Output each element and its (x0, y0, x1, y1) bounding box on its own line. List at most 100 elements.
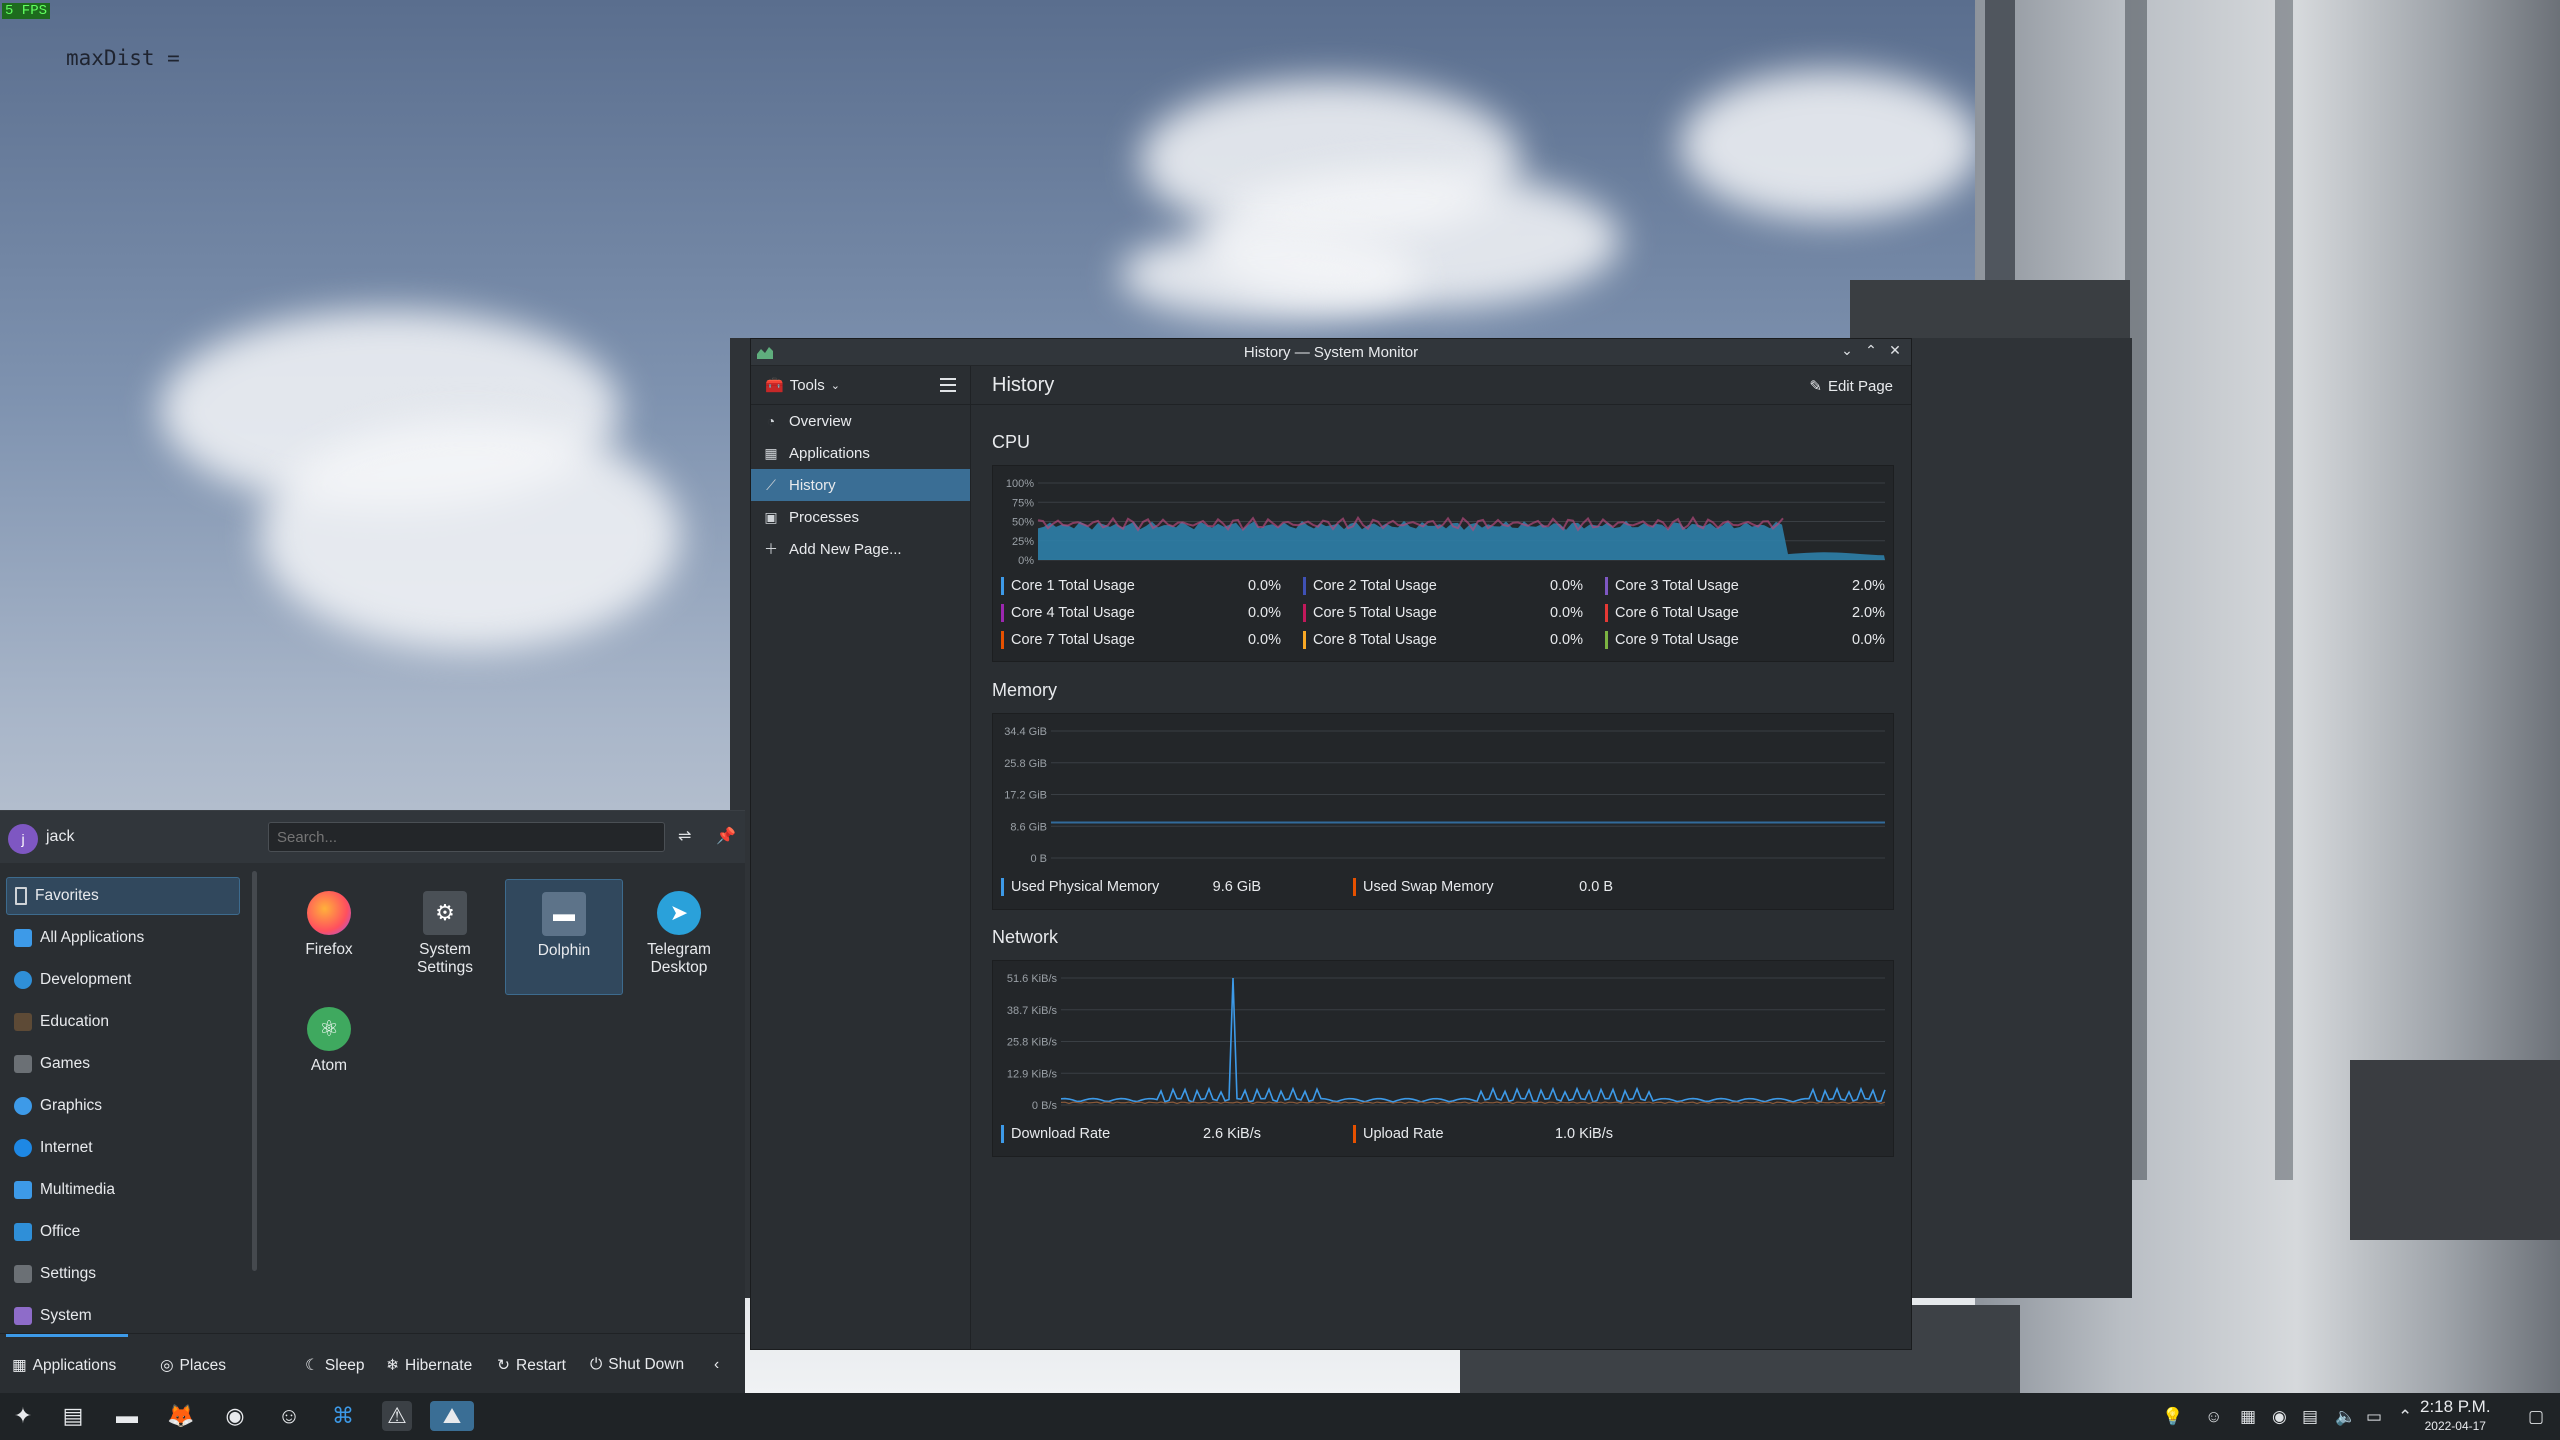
kde-launcher-icon[interactable]: ✦ (8, 1401, 38, 1431)
application-launcher: j jack ⇌ 📌 Favorites All Applications De… (0, 810, 745, 1395)
y-tick-label: 17.2 GiB (1004, 790, 1047, 802)
blender-icon[interactable]: ⚠ (382, 1401, 412, 1431)
hamburger-menu-icon[interactable] (940, 378, 956, 396)
favorite-firefox[interactable]: Firefox (271, 879, 387, 993)
vscode-icon[interactable]: ⌘ (328, 1401, 358, 1431)
steam-tray-icon[interactable]: ◉ (2272, 1407, 2287, 1427)
button-label: Restart (516, 1356, 566, 1374)
category-settings[interactable]: Settings (6, 1255, 240, 1293)
search-input[interactable] (268, 822, 665, 852)
category-label: Favorites (35, 887, 99, 904)
y-tick-label: 25% (1012, 536, 1034, 548)
category-development[interactable]: Development (6, 961, 240, 999)
tools-menu-button[interactable]: 🧰 Tools ⌄ (765, 376, 840, 395)
category-list: Favorites All Applications Development E… (0, 863, 250, 1333)
category-favorites[interactable]: Favorites (6, 877, 240, 915)
favorite-dolphin[interactable]: ▬ Dolphin (505, 879, 623, 995)
maximize-button[interactable]: ⌃ (1863, 342, 1879, 359)
sidebar-item-add-page[interactable]: ＋ Add New Page... (751, 533, 970, 565)
show-desktop-icon[interactable]: ▢ (2528, 1407, 2544, 1427)
launcher-footer: ▦ Applications ◎ Places ☾ Sleep ❄ Hibern… (0, 1333, 745, 1395)
avatar[interactable]: j (8, 824, 38, 854)
minimize-button[interactable]: ⌄ (1839, 342, 1855, 359)
legend-value: 0.0% (1549, 605, 1583, 621)
category-label: Settings (40, 1265, 97, 1282)
category-multimedia[interactable]: Multimedia (6, 1171, 240, 1209)
legend-label: Core 7 Total Usage (1011, 632, 1135, 648)
favorite-system-settings[interactable]: ⚙ System Settings (387, 879, 503, 993)
dolphin-folder-icon[interactable]: ▬ (112, 1401, 142, 1431)
legend-label: Core 6 Total Usage (1615, 605, 1739, 621)
steam-icon[interactable]: ◉ (220, 1401, 250, 1431)
edit-page-button[interactable]: ✎ Edit Page (1809, 377, 1893, 396)
favorite-atom[interactable]: ⚛ Atom (271, 995, 387, 1109)
network-icon[interactable]: ▭ (2366, 1407, 2382, 1427)
discord-icon[interactable]: ☺ (274, 1401, 304, 1431)
sidebar-item-history[interactable]: ⟋ History (751, 469, 970, 501)
terminal-icon[interactable]: ▤ (58, 1401, 88, 1431)
processes-icon: ▣ (764, 508, 778, 525)
legend-label: Core 9 Total Usage (1615, 632, 1739, 648)
sidebar-item-label: Applications (789, 444, 870, 462)
category-label: Office (40, 1223, 81, 1240)
tab-label: Places (179, 1356, 227, 1374)
category-system[interactable]: System (6, 1297, 240, 1335)
legend-label: Core 5 Total Usage (1313, 605, 1437, 621)
legend-value: 0.0% (1549, 632, 1583, 648)
keyboard-icon[interactable]: ▦ (2240, 1407, 2256, 1427)
system-monitor-task-icon[interactable]: ⛰ (430, 1401, 474, 1431)
category-scrollbar[interactable] (252, 871, 257, 1271)
sidebar-item-applications[interactable]: ▦ Applications (751, 437, 970, 469)
legend-label: Download Rate (1011, 1126, 1111, 1142)
sidebar-item-processes[interactable]: ▣ Processes (751, 501, 970, 533)
chevron-down-icon: ⌄ (830, 379, 840, 392)
sleep-button[interactable]: ☾ Sleep (305, 1356, 365, 1375)
legend-entry: Core 3 Total Usage 2.0% (1605, 577, 1885, 595)
clock-date: 2022-04-17 (2424, 1419, 2486, 1433)
y-tick-label: 25.8 KiB/s (1007, 1037, 1058, 1049)
category-internet[interactable]: Internet (6, 1129, 240, 1167)
user-name: jack (46, 828, 75, 845)
active-tab-indicator (6, 1334, 128, 1337)
office-icon (14, 1223, 32, 1241)
clock[interactable]: 2:18 P.M. 2022-04-17 (2420, 1398, 2491, 1435)
y-tick-label: 25.8 GiB (1004, 758, 1047, 770)
title-bar[interactable]: History — System Monitor ⌄ ⌃ ✕ (751, 339, 1911, 366)
clipboard-icon[interactable]: ▤ (2302, 1407, 2318, 1427)
folder-icon: ▬ (542, 892, 586, 936)
sidebar-item-overview[interactable]: ◔ Overview (751, 405, 970, 437)
category-label: All Applications (40, 929, 145, 946)
volume-icon[interactable]: 🔈 (2335, 1407, 2356, 1427)
category-games[interactable]: Games (6, 1045, 240, 1083)
close-button[interactable]: ✕ (1887, 342, 1903, 359)
more-options-icon[interactable]: ‹ (714, 1356, 719, 1374)
favorite-telegram[interactable]: ➤ Telegram Desktop (621, 879, 737, 993)
configure-icon[interactable]: ⇌ (678, 826, 691, 846)
category-office[interactable]: Office (6, 1213, 240, 1251)
favorite-label: Firefox (305, 941, 353, 958)
category-all-applications[interactable]: All Applications (6, 919, 240, 957)
y-tick-label: 0 B/s (1032, 1100, 1058, 1112)
applications-icon: ▦ (764, 444, 778, 461)
category-graphics[interactable]: Graphics (6, 1087, 240, 1125)
pin-icon[interactable]: 📌 (716, 826, 736, 846)
restart-button[interactable]: ↻ Restart (497, 1356, 566, 1375)
button-label: Hibernate (405, 1356, 473, 1374)
category-education[interactable]: Education (6, 1003, 240, 1041)
tab-applications[interactable]: ▦ Applications (12, 1356, 116, 1375)
tab-places[interactable]: ◎ Places (160, 1356, 226, 1375)
moon-icon: ☾ (305, 1357, 319, 1374)
legend-value: 2.0% (1851, 578, 1885, 594)
atom-icon: ⚛ (307, 1007, 351, 1051)
shutdown-button[interactable]: ⏻ Shut Down (590, 1356, 684, 1374)
legend-entry: Core 8 Total Usage 0.0% (1303, 631, 1583, 649)
hibernate-button[interactable]: ❄ Hibernate (386, 1356, 472, 1375)
legend-label: Upload Rate (1363, 1126, 1444, 1142)
firefox-icon[interactable]: 🦊 (166, 1401, 196, 1431)
legend-color-swatch (1303, 631, 1306, 649)
chevron-up-icon[interactable]: ⌃ (2398, 1407, 2412, 1427)
settings-icon: ⚙ (423, 891, 467, 935)
lightbulb-icon[interactable]: 💡 (2162, 1407, 2183, 1427)
discord-tray-icon[interactable]: ☺ (2205, 1407, 2222, 1427)
category-label: Education (40, 1013, 109, 1030)
